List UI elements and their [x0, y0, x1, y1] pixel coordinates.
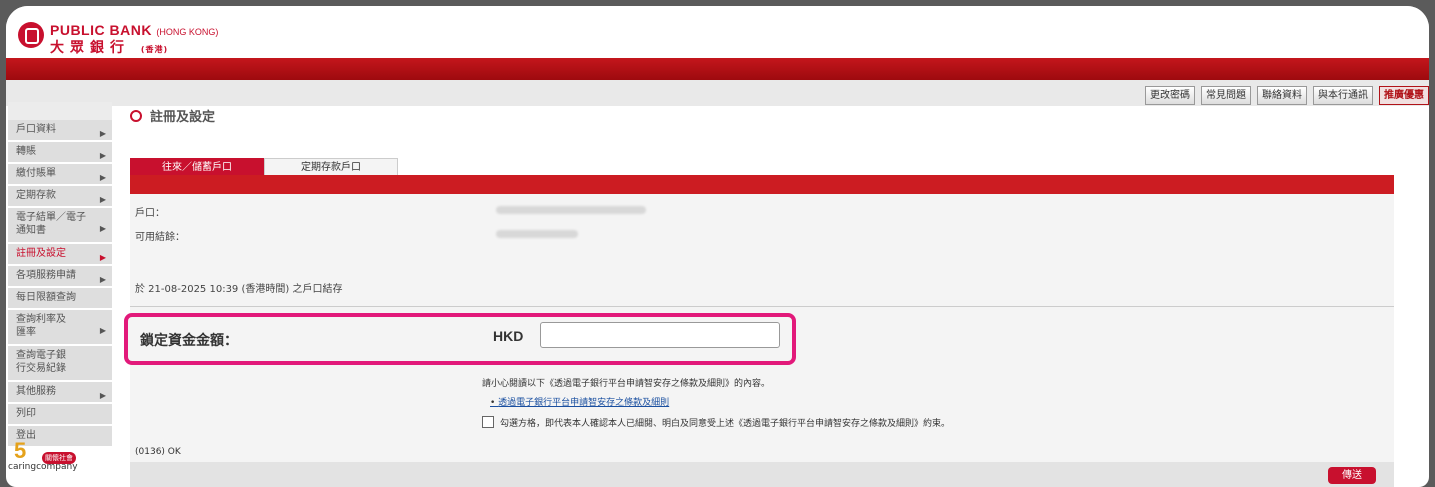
- arrow-right-icon: ▶: [99, 253, 106, 262]
- arrow-right-icon: ▶: [99, 391, 106, 400]
- page-title-text: 註冊及設定: [150, 110, 216, 125]
- brand-en-suffix: (HONG KONG): [156, 27, 219, 37]
- lock-amount-label: 鎖定資金金額：: [140, 333, 238, 349]
- circle-bullet-icon: [130, 110, 142, 122]
- arrow-right-icon: ▶: [99, 326, 106, 335]
- consent-row: 勾選方格，即代表本人確認本人已細閱、明白及同意受上述《透過電子銀行平台申請智安存…: [482, 416, 950, 429]
- lock-amount-input[interactable]: [540, 322, 780, 348]
- sidebar-item-other-services[interactable]: 其他服務 ▶: [8, 382, 112, 404]
- consent-checkbox[interactable]: [482, 416, 494, 428]
- brand-name-en: PUBLIC BANK (HONG KONG): [50, 22, 218, 38]
- header: PUBLIC BANK (HONG KONG) 大眾銀行 (香港): [6, 6, 1429, 58]
- message-bank-link[interactable]: 與本行通訊: [1313, 86, 1373, 105]
- currency-label: HKD: [493, 328, 524, 344]
- sidebar-item-time-deposit[interactable]: 定期存款 ▶: [8, 186, 112, 208]
- page-title: 註冊及設定: [130, 106, 215, 125]
- contact-link[interactable]: 聯絡資料: [1257, 86, 1307, 105]
- top-nav: 更改密碼 常見問題 聯絡資料 與本行通訊 推廣優惠: [1145, 86, 1429, 105]
- send-button[interactable]: 傳送: [1328, 467, 1376, 484]
- arrow-right-icon: ▶: [99, 224, 106, 233]
- consent-text: 勾選方格，即代表本人確認本人已細閱、明白及同意受上述《透過電子銀行平台申請智安存…: [500, 419, 951, 429]
- sidebar-item-e-statement[interactable]: 電子結單／電子通知書 ▶: [8, 208, 112, 244]
- faq-link[interactable]: 常見問題: [1201, 86, 1251, 105]
- sidebar-item-label: 其他服務: [16, 386, 56, 397]
- available-balance-redacted: [496, 230, 578, 238]
- promotions-link[interactable]: 推廣優惠: [1379, 86, 1429, 105]
- tab-current-savings[interactable]: 往來／儲蓄戶口: [130, 158, 264, 176]
- app-window: PUBLIC BANK (HONG KONG) 大眾銀行 (香港) 更改密碼 常…: [6, 6, 1429, 487]
- sidebar-item-print[interactable]: 列印: [8, 404, 112, 426]
- sidebar-top-spacer: [8, 102, 112, 120]
- terms-link-text[interactable]: 透過電子銀行平台申請智安存之條款及細則: [498, 398, 669, 408]
- sidebar-item-label: 繳付賬單: [16, 168, 56, 179]
- caring-logo-number: 5: [14, 438, 27, 463]
- sidebar-item-label: 電子結單／電子通知書: [16, 212, 86, 236]
- arrow-right-icon: ▶: [99, 275, 106, 284]
- sidebar-item-label: 戶口資料: [16, 124, 56, 135]
- terms-notice: 請小心閱讀以下《透過電子銀行平台申請智安存之條款及細則》的內容。: [482, 379, 771, 389]
- header-red-bar: [6, 58, 1429, 80]
- tab-time-deposit[interactable]: 定期存款戶口: [264, 158, 398, 176]
- change-password-link[interactable]: 更改密碼: [1145, 86, 1195, 105]
- sidebar-item-transfer[interactable]: 轉賬 ▶: [8, 142, 112, 164]
- account-tabs: 往來／儲蓄戶口 定期存款戶口: [130, 158, 398, 176]
- sidebar-item-daily-limit[interactable]: 每日限額查詢: [8, 288, 112, 310]
- account-number-redacted: [496, 206, 646, 214]
- terms-link[interactable]: 透過電子銀行平台申請智安存之條款及細則: [490, 395, 669, 408]
- caring-logo-text: caringcompany: [8, 462, 78, 472]
- sidebar-item-label: 各項服務申請: [16, 270, 76, 281]
- brand-name-zh: 大眾銀行 (香港): [50, 37, 168, 57]
- sidebar-item-label: 查詢電子銀行交易紀錄: [16, 350, 66, 374]
- sidebar-item-service-applications[interactable]: 各項服務申請 ▶: [8, 266, 112, 288]
- sidebar-item-rates[interactable]: 查詢利率及匯率 ▶: [8, 310, 112, 346]
- available-balance-label: 可用結餘：: [135, 232, 185, 243]
- caring-company-logo: 5 關懷社會 caringcompany: [8, 438, 78, 472]
- sidebar-item-label: 查詢利率及匯率: [16, 314, 66, 338]
- sidebar-item-bill-payment[interactable]: 繳付賬單 ▶: [8, 164, 112, 186]
- sidebar-item-label: 註冊及設定: [16, 248, 66, 259]
- sidebar: 戶口資料 ▶ 轉賬 ▶ 繳付賬單 ▶ 定期存款 ▶ 電子結單／電子通知書 ▶ 註冊及設定 ▶…: [8, 102, 112, 448]
- account-label: 戶口：: [135, 208, 165, 219]
- section-divider: [130, 306, 1394, 307]
- sidebar-item-account-info[interactable]: 戶口資料 ▶: [8, 120, 112, 142]
- footer-bar: 傳送: [130, 462, 1394, 487]
- tab-underline-bar: [130, 175, 1394, 194]
- brand-zh-text: 大眾銀行: [50, 40, 130, 56]
- sidebar-item-ebanking-history[interactable]: 查詢電子銀行交易紀錄: [8, 346, 112, 382]
- sidebar-item-label: 定期存款: [16, 190, 56, 201]
- sidebar-item-registration-settings[interactable]: 註冊及設定 ▶: [8, 244, 112, 266]
- balance-date-text: 於 21-08-2025 10:39 (香港時間) 之戶口結存: [135, 284, 343, 295]
- arrow-right-icon: ▶: [99, 151, 106, 160]
- sidebar-item-label: 轉賬: [16, 146, 36, 157]
- status-text: (0136) OK: [135, 447, 181, 457]
- sidebar-item-label: 列印: [16, 408, 36, 419]
- lock-amount-highlight: 鎖定資金金額： HKD: [124, 313, 796, 365]
- arrow-right-icon: ▶: [99, 195, 106, 204]
- arrow-right-icon: ▶: [99, 129, 106, 138]
- arrow-right-icon: ▶: [99, 173, 106, 182]
- brand-zh-suffix: (香港): [140, 45, 169, 54]
- bank-logo-icon: [18, 22, 44, 48]
- brand-en-text: PUBLIC BANK: [50, 22, 152, 38]
- sidebar-item-label: 每日限額查詢: [16, 292, 76, 303]
